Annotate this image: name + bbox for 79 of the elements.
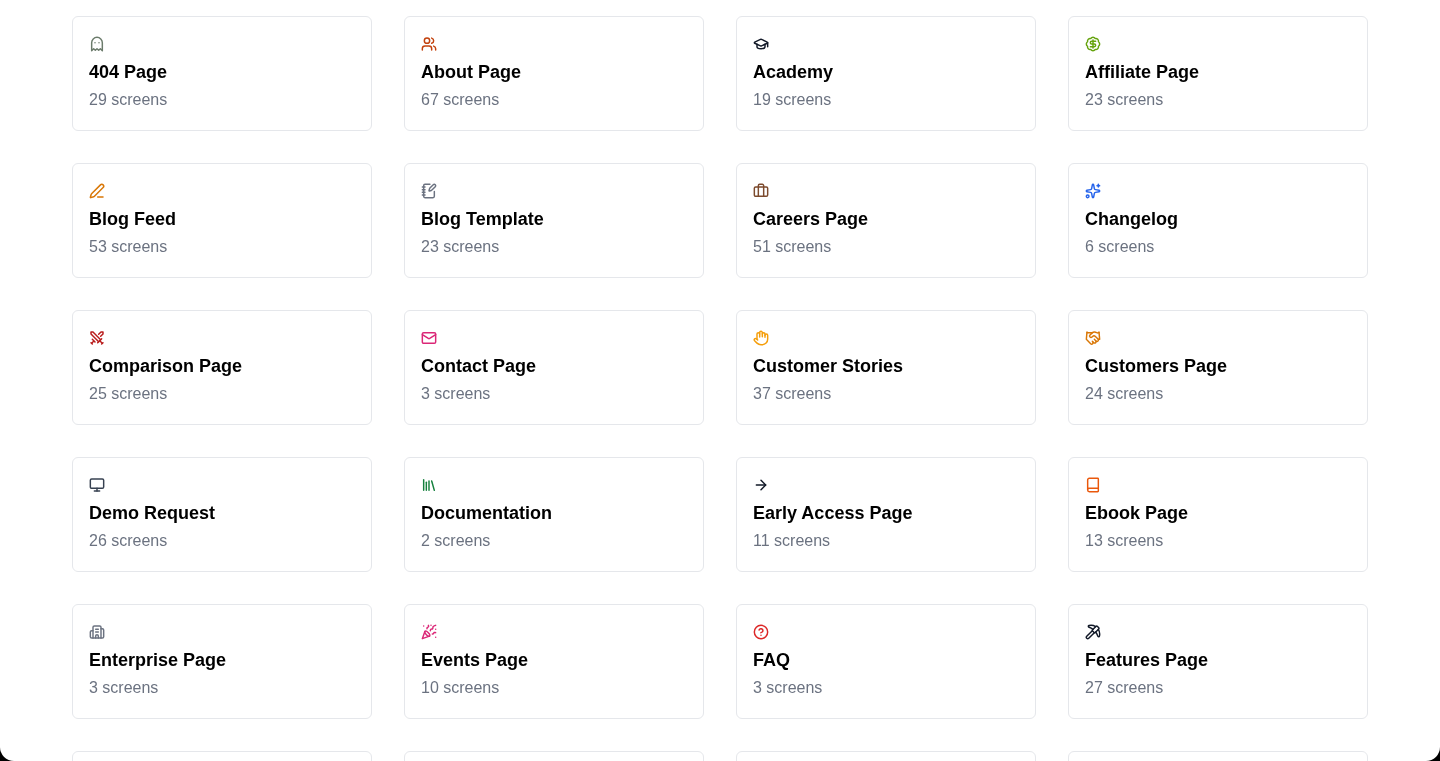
screen-count: 19 screens	[753, 90, 833, 110]
category-card[interactable]: 404 Page 29 screens	[72, 16, 372, 131]
screen-count: 3 screens	[421, 384, 492, 404]
category-card[interactable]: Events Page 10 screens	[404, 604, 704, 719]
card-title: About Page	[421, 61, 522, 84]
card-title: Customer Stories	[753, 355, 905, 378]
screen-count: 11 screens	[753, 531, 832, 551]
category-card[interactable]: Demo Request 26 screens	[72, 457, 372, 572]
card-title: Documentation	[421, 502, 553, 525]
book-icon	[1085, 477, 1101, 493]
card-title: Enterprise Page	[89, 649, 228, 672]
category-card[interactable]: Careers Page 51 screens	[736, 163, 1036, 278]
category-card[interactable]: Enterprise Page 3 screens	[72, 604, 372, 719]
card-title: Blog Template	[421, 208, 545, 231]
screen-count: 3 screens	[753, 678, 824, 698]
screen-count: 24 screens	[1085, 384, 1165, 404]
card-title: Careers Page	[753, 208, 870, 231]
screen-count: 13 screens	[1085, 531, 1165, 551]
category-card[interactable]: Comparison Page 25 screens	[72, 310, 372, 425]
card-title: FAQ	[753, 649, 791, 672]
screen-count: 37 screens	[753, 384, 833, 404]
question-icon	[753, 624, 769, 640]
card-title: Comparison Page	[89, 355, 244, 378]
party-popper-icon	[421, 624, 437, 640]
card-title: Blog Feed	[89, 208, 177, 231]
screen-count: 10 screens	[421, 678, 501, 698]
sparkles-icon	[1085, 183, 1101, 199]
screen-count: 51 screens	[753, 237, 833, 257]
graduation-cap-icon	[753, 36, 769, 52]
building-icon	[89, 624, 105, 640]
screen-count: 26 screens	[89, 531, 169, 551]
card-title: 404 Page	[89, 61, 169, 84]
card-title: Features Page	[1085, 649, 1210, 672]
people-icon	[421, 36, 437, 52]
screen-count: 53 screens	[89, 237, 169, 257]
category-card[interactable]: Academy 19 screens	[736, 16, 1036, 131]
monitor-icon	[89, 477, 105, 493]
category-card[interactable]: Features Page 27 screens	[1068, 604, 1368, 719]
category-card[interactable]: Customers Page 24 screens	[1068, 310, 1368, 425]
swords-icon	[89, 330, 105, 346]
card-title: Changelog	[1085, 208, 1179, 231]
screen-count: 3 screens	[89, 678, 160, 698]
screen-count: 6 screens	[1085, 237, 1156, 257]
hand-icon	[753, 330, 769, 346]
screen-count: 67 screens	[421, 90, 501, 110]
screen-count: 27 screens	[1085, 678, 1165, 698]
card-title: Customers Page	[1085, 355, 1229, 378]
screen-count: 25 screens	[89, 384, 169, 404]
screen-count: 23 screens	[421, 237, 501, 257]
screen-count: 29 screens	[89, 90, 169, 110]
notebook-pen-icon	[421, 183, 437, 199]
category-card[interactable]: Blog Feed 53 screens	[72, 163, 372, 278]
card-title: Demo Request	[89, 502, 217, 525]
category-card[interactable]: Affiliate Page 23 screens	[1068, 16, 1368, 131]
screen-count: 23 screens	[1085, 90, 1165, 110]
briefcase-icon	[753, 183, 769, 199]
category-card[interactable]: Blog Template 23 screens	[404, 163, 704, 278]
category-card[interactable]: About Page 67 screens	[404, 16, 704, 131]
envelope-icon	[421, 330, 437, 346]
card-title: Events Page	[421, 649, 530, 672]
handshake-icon	[1085, 330, 1101, 346]
pen-icon	[89, 183, 105, 199]
category-card[interactable]: FAQ 3 screens	[736, 604, 1036, 719]
card-title: Ebook Page	[1085, 502, 1190, 525]
ghost-icon	[89, 36, 105, 52]
pickaxe-icon	[1085, 624, 1101, 640]
category-card[interactable]: Ebook Page 13 screens	[1068, 457, 1368, 572]
category-card[interactable]: Early Access Page 11 screens	[736, 457, 1036, 572]
category-card[interactable]: Documentation 2 screens	[404, 457, 704, 572]
category-card[interactable]: Customer Stories 37 screens	[736, 310, 1036, 425]
card-title: Affiliate Page	[1085, 61, 1201, 84]
dollar-badge-icon	[1085, 36, 1101, 52]
category-card[interactable]: Contact Page 3 screens	[404, 310, 704, 425]
books-icon	[421, 477, 437, 493]
screen-count: 2 screens	[421, 531, 492, 551]
card-title: Contact Page	[421, 355, 538, 378]
category-card[interactable]: Changelog 6 screens	[1068, 163, 1368, 278]
card-title: Early Access Page	[753, 502, 914, 525]
card-title: Academy	[753, 61, 835, 84]
